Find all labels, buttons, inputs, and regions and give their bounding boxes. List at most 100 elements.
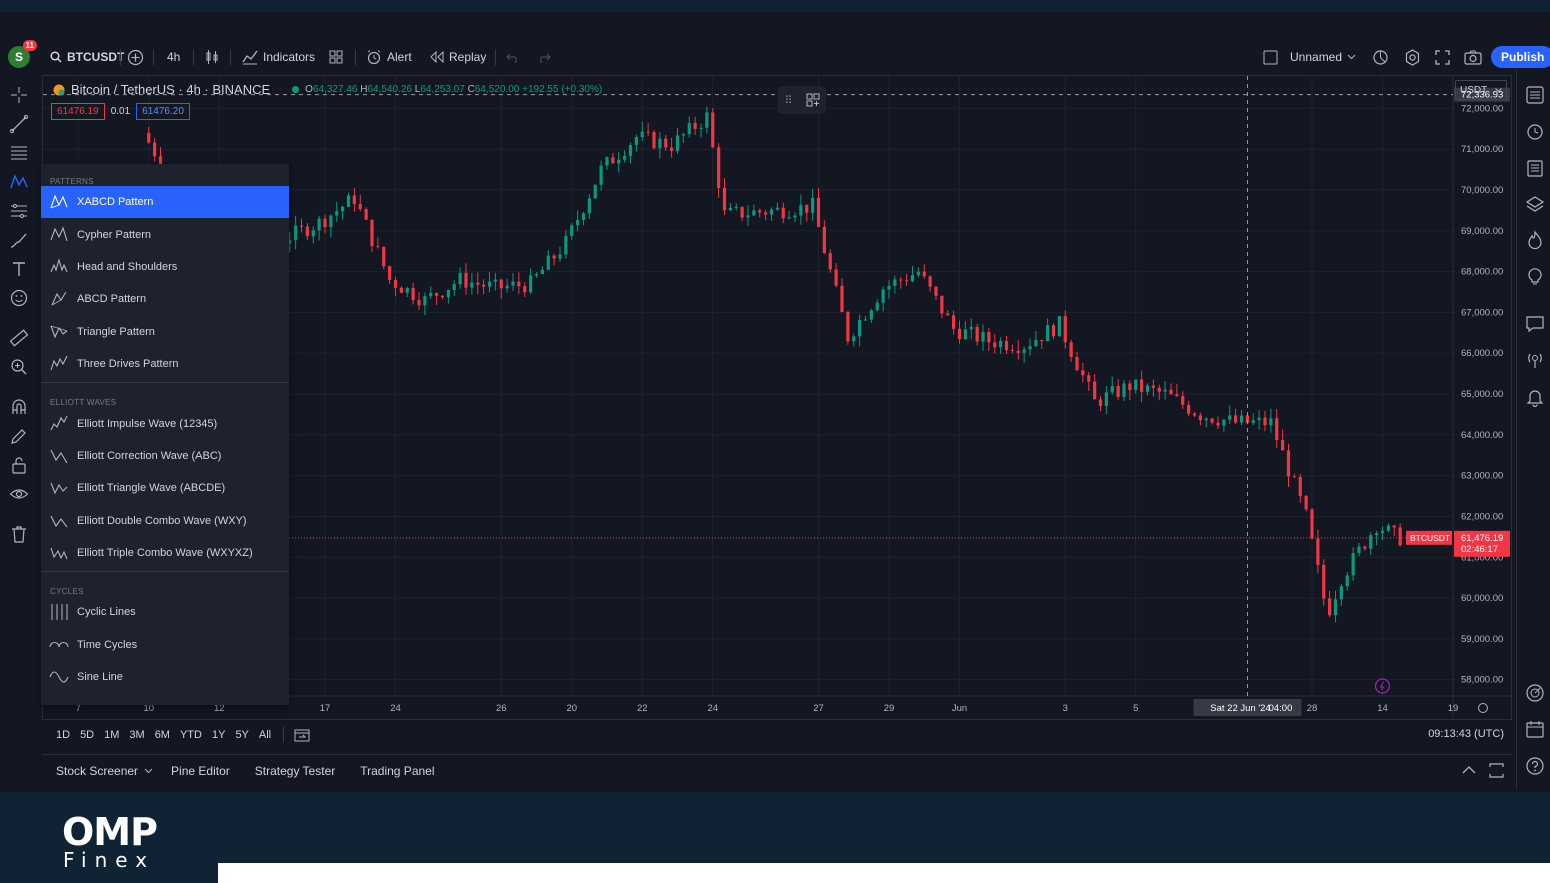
menu-item-elliott-triangle[interactable]: Elliott Triangle Wave (ABCDE)	[41, 472, 289, 504]
undo-button[interactable]	[506, 44, 520, 70]
range-all[interactable]: All	[259, 729, 271, 741]
hotlists-button[interactable]	[1524, 229, 1546, 251]
range-1m[interactable]: 1M	[104, 729, 119, 741]
axis-settings-icon[interactable]	[1478, 703, 1488, 713]
compare-button[interactable]	[127, 44, 144, 70]
menu-item-label: Elliott Impulse Wave (12345)	[77, 417, 218, 430]
candle-down	[1181, 395, 1185, 405]
maximize-panel-icon[interactable]	[1489, 763, 1504, 778]
chats-button[interactable]	[1524, 313, 1546, 335]
range-3m[interactable]: 3M	[129, 729, 144, 741]
candle-up	[1386, 525, 1390, 531]
tab-pine-editor[interactable]: Pine Editor	[171, 764, 230, 778]
currency-select[interactable]: USDT	[1455, 80, 1507, 100]
watchlist-button[interactable]	[1524, 84, 1546, 106]
indicators-button[interactable]: Indicators	[242, 44, 315, 70]
redo-button[interactable]	[537, 44, 551, 70]
brush-tool[interactable]	[8, 229, 30, 251]
goto-date-icon[interactable]	[294, 728, 310, 742]
chevron-down-icon[interactable]	[144, 768, 153, 774]
fib-tool[interactable]	[8, 142, 30, 164]
candle-up	[769, 209, 774, 215]
candle-down	[1004, 340, 1009, 351]
candle-up	[1022, 349, 1026, 353]
range-1y[interactable]: 1Y	[212, 729, 225, 741]
hide-drawings-tool[interactable]	[8, 483, 30, 505]
candle-down	[1175, 394, 1179, 396]
menu-item-three-drives[interactable]: Three Drives Pattern	[41, 348, 289, 380]
alert-button[interactable]: Alert	[366, 44, 412, 70]
alerts-button[interactable]	[1524, 120, 1546, 142]
collapse-up-icon[interactable]	[1462, 765, 1476, 774]
sell-button[interactable]: 61476.19	[51, 103, 105, 120]
news-button[interactable]	[1524, 157, 1546, 179]
magnet-tool[interactable]	[8, 396, 30, 418]
add-widget-icon[interactable]	[806, 93, 820, 107]
menu-item-cypher[interactable]: Cypher Pattern	[41, 218, 289, 250]
high-value: 64,540.26	[367, 84, 412, 95]
templates-button[interactable]	[329, 44, 343, 70]
menu-item-cyclic-lines[interactable]: Cyclic Lines	[41, 596, 289, 628]
range-6m[interactable]: 6M	[155, 729, 170, 741]
candle-down	[299, 225, 304, 227]
menu-item-sine-line[interactable]: Sine Line	[41, 661, 289, 693]
snapshot-button[interactable]	[1464, 44, 1482, 70]
menu-item-elliott-correction[interactable]: Elliott Correction Wave (ABC)	[41, 440, 289, 472]
candle-up	[687, 122, 691, 135]
layout-button[interactable]	[1263, 44, 1278, 70]
publish-button[interactable]: Publish	[1491, 44, 1550, 70]
fullscreen-button[interactable]	[1435, 44, 1450, 70]
text-tool[interactable]	[8, 258, 30, 280]
interval-button[interactable]: 4h	[167, 44, 180, 70]
replay-button[interactable]: Replay	[430, 44, 486, 70]
menu-item-head-shoulders[interactable]: Head and Shoulders	[41, 251, 289, 283]
range-5d[interactable]: 5D	[80, 729, 94, 741]
menu-item-elliott-impulse[interactable]: Elliott Impulse Wave (12345)	[41, 407, 289, 439]
menu-item-elliott-double[interactable]: Elliott Double Combo Wave (WXY)	[41, 505, 289, 537]
tab-trading-panel[interactable]: Trading Panel	[360, 764, 434, 778]
tab-strategy-tester[interactable]: Strategy Tester	[255, 764, 335, 778]
tab-stock-screener[interactable]: Stock Screener	[56, 764, 138, 778]
range-1d[interactable]: 1D	[56, 729, 70, 741]
menu-item-label: Elliott Correction Wave (ABC)	[77, 449, 222, 462]
patterns-tool[interactable]	[8, 171, 30, 193]
clock[interactable]: 09:13:43 (UTC)	[1428, 728, 1504, 740]
forecast-tool[interactable]	[8, 200, 30, 222]
user-menu[interactable]: S 11	[8, 40, 37, 70]
divider	[120, 49, 121, 65]
trend-line-tool[interactable]	[8, 113, 30, 135]
menu-item-time-cycles[interactable]: Time Cycles	[41, 629, 289, 661]
menu-item-elliott-triple[interactable]: Elliott Triple Combo Wave (WXYXZ)	[41, 537, 289, 569]
dom-button[interactable]	[1524, 682, 1546, 704]
menu-item-xabcd[interactable]: XABCD Pattern	[41, 186, 289, 219]
stay-drawing-tool[interactable]	[8, 425, 30, 447]
emoji-tool[interactable]	[8, 287, 30, 309]
help-button[interactable]	[1524, 755, 1546, 777]
settings-button[interactable]	[1404, 44, 1421, 70]
chart-legend: Bitcoin / TetherUS · 4h · BINANCE O64,32…	[53, 82, 602, 97]
lock-drawings-tool[interactable]	[8, 454, 30, 476]
remove-drawings-tool[interactable]	[8, 523, 30, 545]
range-5y[interactable]: 5Y	[235, 729, 248, 741]
candle-up	[1351, 553, 1355, 576]
chart-type-button[interactable]	[204, 44, 220, 70]
ideas-button[interactable]	[1524, 265, 1546, 287]
object-tree-button[interactable]	[1524, 193, 1546, 215]
layout-name-button[interactable]: Unnamed	[1290, 44, 1356, 70]
quick-search-button[interactable]	[1372, 44, 1389, 70]
streams-button[interactable]	[1524, 349, 1546, 371]
ruler-tool[interactable]	[8, 327, 30, 349]
drag-handle-icon[interactable]: ⠿	[784, 94, 792, 107]
floating-widget[interactable]: ⠿	[778, 86, 826, 114]
calendar-button[interactable]	[1524, 718, 1546, 740]
notifications-button[interactable]	[1524, 386, 1546, 408]
avatar[interactable]: S 11	[8, 40, 37, 68]
menu-item-abcd[interactable]: ABCD Pattern	[41, 283, 289, 315]
triangle-icon	[50, 325, 68, 339]
buy-button[interactable]: 61476.20	[136, 103, 190, 120]
zoom-tool[interactable]	[8, 356, 30, 378]
crosshair-tool[interactable]	[8, 84, 30, 106]
menu-item-triangle[interactable]: Triangle Pattern	[41, 316, 289, 348]
range-ytd[interactable]: YTD	[180, 729, 202, 741]
symbol-search[interactable]: BTCUSDT	[50, 44, 124, 70]
